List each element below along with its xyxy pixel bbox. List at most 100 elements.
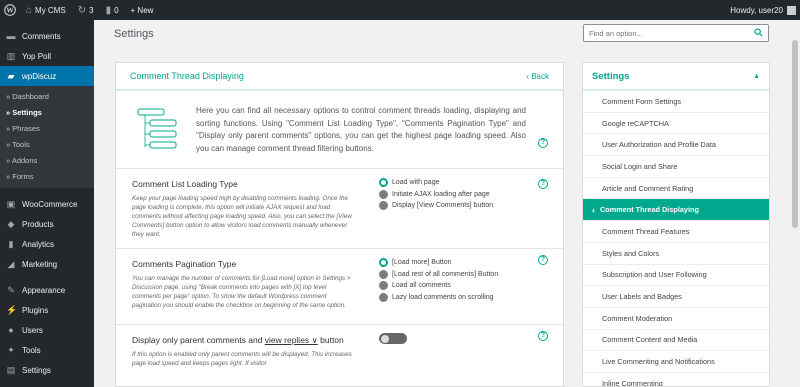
radio-label: [Load rest of all comments] Button <box>392 270 499 278</box>
sidebar-item-woocommerce[interactable]: ▣ WooCommerce <box>0 194 94 214</box>
radio-button[interactable] <box>379 292 388 302</box>
sidebar-item-wpdiscuz[interactable]: ▰ wpDiscuz <box>0 66 94 86</box>
radio-lazy-load[interactable]: Lazy load comments on scrolling <box>379 292 498 304</box>
help-icon[interactable]: ? <box>538 255 548 265</box>
panel-header: Comment Thread Displaying ‹ Back <box>116 63 563 91</box>
submenu-forms[interactable]: » Forms <box>0 169 94 185</box>
help-icon[interactable]: ? <box>538 331 548 341</box>
submenu-settings[interactable]: » Settings <box>0 105 94 121</box>
wordpress-logo-icon[interactable]: W <box>0 0 20 20</box>
parent-comments-toggle[interactable] <box>379 333 407 344</box>
option-title-suffix: button <box>317 335 344 345</box>
settings-nav-title: Settings <box>592 70 630 82</box>
submenu-tools[interactable]: » Tools <box>0 137 94 153</box>
new-content-link[interactable]: + New <box>125 0 160 20</box>
sidebar-item-products[interactable]: ◆ Products <box>0 214 94 234</box>
site-name-link[interactable]: ⌂ My CMS <box>20 0 72 20</box>
settings-nav-item[interactable]: Styles and Colors <box>583 243 769 265</box>
option-search-input[interactable] <box>589 28 749 38</box>
radio-load-all-comments[interactable]: Load all comments <box>379 280 498 292</box>
submenu-phrases[interactable]: » Phrases <box>0 121 94 137</box>
search-icon[interactable] <box>754 27 763 39</box>
sidebar-item-label: Tools <box>22 345 41 355</box>
option-description: Keep your page loading speed high by dis… <box>132 195 352 238</box>
settings-nav-item[interactable]: Subscription and User Following <box>583 265 769 287</box>
analytics-icon: ▮ <box>8 238 14 249</box>
settings-nav-item[interactable]: Comment Content and Media <box>583 330 769 352</box>
sidebar-item-comments[interactable]: ▬ Comments <box>0 26 94 46</box>
radio-button[interactable] <box>379 258 388 268</box>
intro-section: Here you can find all necessary options … <box>116 91 563 169</box>
help-icon[interactable]: ? <box>538 179 548 189</box>
settings-panel: Comment Thread Displaying ‹ Back Here yo… <box>115 62 564 387</box>
settings-nav-item[interactable]: Social Login and Share <box>583 156 769 178</box>
submenu-addons[interactable]: » Addons <box>0 153 94 169</box>
sidebar-item-analytics[interactable]: ▮ Analytics <box>0 234 94 254</box>
submenu-dashboard[interactable]: » Dashboard <box>0 89 94 105</box>
settings-nav-item[interactable]: Inline Commenting <box>583 373 769 386</box>
radio-view-comments-button[interactable]: Display [View Comments] button <box>379 200 493 212</box>
settings-nav-item[interactable]: Comment Thread Features <box>583 221 769 243</box>
radio-load-more-button[interactable]: [Load more] Button <box>379 257 498 269</box>
page-title: Settings <box>114 28 154 40</box>
sidebar-item-appearance[interactable]: ✎ Appearance <box>0 280 94 300</box>
settings-nav: Settings ▲ Comment Form Settings Google r… <box>582 62 770 387</box>
page-scrollbar[interactable] <box>790 20 800 387</box>
updates-count: 3 <box>89 5 94 15</box>
sidebar-item-label: Marketing <box>22 259 58 269</box>
comments-count: 0 <box>114 5 119 15</box>
sidebar-item-label: Products <box>22 219 54 229</box>
site-name-label: My CMS <box>35 5 66 15</box>
comments-link[interactable]: ▮ 0 <box>100 0 125 20</box>
admin-sidebar: ▬ Comments ▥ Yop Poll ▰ wpDiscuz » Dashb… <box>0 20 94 387</box>
account-menu[interactable]: Howdy, user20 <box>724 0 800 20</box>
updates-link[interactable]: ↻ 3 <box>72 0 100 20</box>
toggle-knob <box>381 334 389 343</box>
settings-nav-item[interactable]: Comment Moderation <box>583 308 769 330</box>
settings-nav-item-label: Comment Moderation <box>602 313 673 323</box>
sidebar-item-label: Settings <box>22 365 51 375</box>
radio-load-with-page[interactable]: Load with page <box>379 177 493 189</box>
option-title: Comment List Loading Type <box>132 179 238 189</box>
settings-nav-item-label: User Labels and Badges <box>602 292 682 302</box>
comment-icon: ▬ <box>6 31 16 41</box>
avatar <box>787 5 796 15</box>
sidebar-item-plugins[interactable]: ⚡ Plugins <box>0 300 94 320</box>
radio-button[interactable] <box>379 269 388 279</box>
settings-nav-item[interactable]: Live Commenting and Notifications <box>583 351 769 373</box>
sidebar-item-settings[interactable]: ▤ Settings <box>0 360 94 380</box>
settings-nav-item[interactable]: User Labels and Badges <box>583 286 769 308</box>
radio-button[interactable] <box>379 201 388 211</box>
settings-nav-item-label: User Authorization and Profile Data <box>602 140 716 150</box>
settings-nav-item[interactable]: Google reCAPTCHA <box>583 113 769 135</box>
sidebar-item-tools[interactable]: ✦ Tools <box>0 340 94 360</box>
back-link[interactable]: ‹ Back <box>526 72 549 81</box>
sidebar-item-users[interactable]: ● Users <box>0 320 94 340</box>
home-icon: ⌂ <box>26 4 33 16</box>
radio-button[interactable] <box>379 189 388 199</box>
sidebar-item-marketing[interactable]: ◢ Marketing <box>0 254 94 274</box>
settings-nav-item[interactable]: Article and Comment Rating <box>583 178 769 200</box>
sidebar-item-yop-poll[interactable]: ▥ Yop Poll <box>0 46 94 66</box>
scrollbar-thumb[interactable] <box>792 40 798 228</box>
settings-nav-item-label: Comment Thread Displaying <box>600 205 699 215</box>
settings-nav-item[interactable]: User Authorization and Profile Data <box>583 134 769 157</box>
new-label: + New <box>130 5 154 15</box>
option-comments-pagination-type: Comments Pagination Type You can manage … <box>116 249 563 325</box>
option-title: Display only parent comments and view re… <box>132 335 344 346</box>
radio-load-rest-button[interactable]: [Load rest of all comments] Button <box>379 269 498 281</box>
panel-title: Comment Thread Displaying <box>130 71 244 81</box>
settings-nav-item[interactable]: ‹ Comment Thread Displaying <box>583 199 769 222</box>
radio-label: Load all comments <box>392 282 451 290</box>
help-icon[interactable]: ? <box>538 138 548 148</box>
caret-up-icon[interactable]: ▲ <box>753 73 760 80</box>
option-search-box[interactable] <box>583 24 769 42</box>
wpdiscuz-icon: ▰ <box>7 70 15 81</box>
settings-nav-item[interactable]: Comment Form Settings <box>583 91 769 113</box>
settings-nav-header[interactable]: Settings ▲ <box>583 63 769 91</box>
option-display-parent-comments: Display only parent comments and view re… <box>116 325 563 385</box>
radio-button[interactable] <box>379 178 388 188</box>
settings-nav-item-label: Comment Content and Media <box>602 335 698 345</box>
radio-ajax-after-page[interactable]: Initiate AJAX loading after page <box>379 189 493 201</box>
radio-button[interactable] <box>379 281 388 291</box>
